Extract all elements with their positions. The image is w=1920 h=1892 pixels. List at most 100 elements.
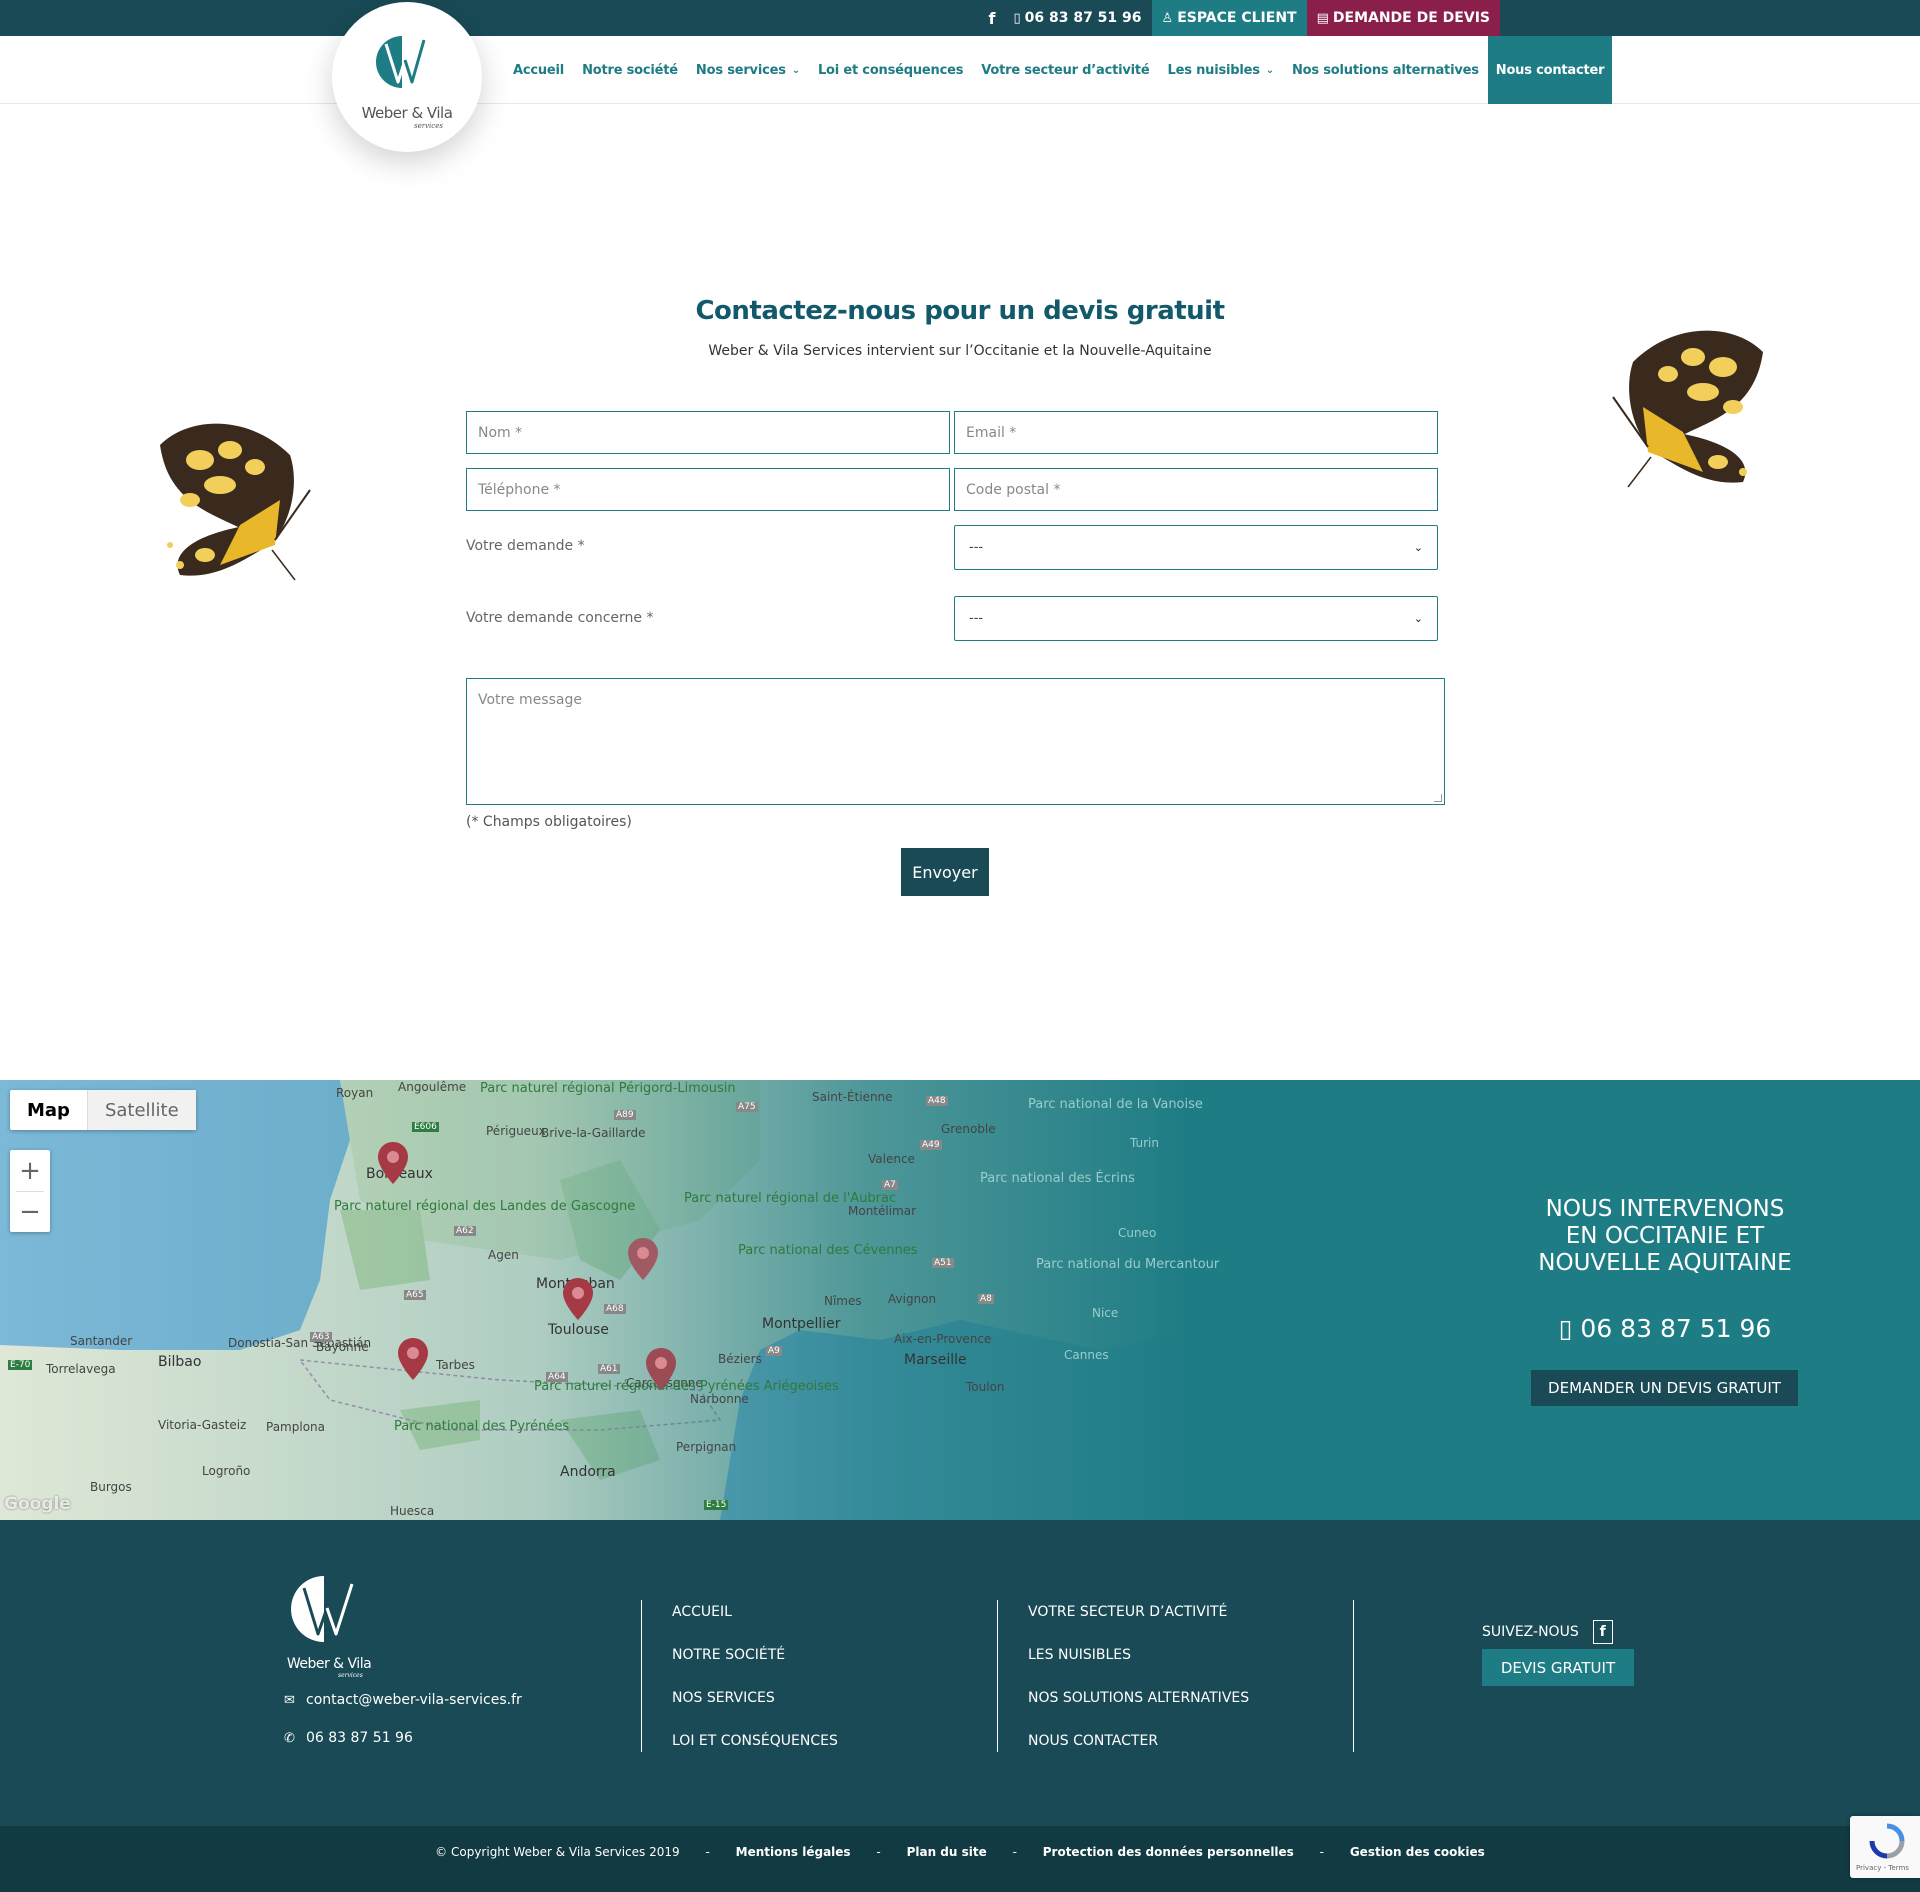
map-pin-icon[interactable] xyxy=(626,1236,660,1282)
footer-phone: 06 83 87 51 96 xyxy=(306,1730,413,1746)
map-type-map-button[interactable]: Map xyxy=(10,1090,88,1130)
map-label: Parc national des Pyrénées xyxy=(394,1419,570,1434)
nav-nous-contacter[interactable]: Nous contacter xyxy=(1487,36,1613,104)
map-label: Pamplona xyxy=(266,1420,325,1434)
map-pin-icon[interactable] xyxy=(376,1140,410,1186)
footer-link-nuisibles[interactable]: LES NUISIBLES xyxy=(1028,1647,1131,1663)
concerne-label: Votre demande concerne * xyxy=(466,610,654,626)
footer-logo-name: Weber & Vila xyxy=(286,1656,372,1672)
footer-devis-button[interactable]: DEVIS GRATUIT xyxy=(1482,1649,1634,1686)
telephone-field[interactable]: Téléphone * xyxy=(466,468,950,511)
map-type-satellite-button[interactable]: Satellite xyxy=(87,1090,196,1130)
nav-notre-societe[interactable]: Notre société xyxy=(573,36,687,104)
message-textarea[interactable]: Votre message xyxy=(466,678,1445,805)
nav-loi-consequences[interactable]: Loi et conséquences xyxy=(809,36,972,104)
map-label: Aix-en-Provence xyxy=(894,1332,992,1346)
map-label: Nîmes xyxy=(824,1294,862,1308)
footer-link-loi[interactable]: LOI ET CONSÉQUENCES xyxy=(672,1733,838,1749)
demande-select[interactable]: --- ⌄ xyxy=(954,525,1438,570)
zoom-in-button[interactable]: + xyxy=(10,1150,50,1191)
nav-label: Nous contacter xyxy=(1495,62,1605,78)
map-label: Parc naturel régional de l'Aubrac xyxy=(684,1192,896,1206)
map-label: Logroño xyxy=(202,1464,251,1478)
nav-label: Nos solutions alternatives xyxy=(1291,62,1479,78)
chevron-down-icon: ⌄ xyxy=(1265,64,1274,76)
map-label: Parc national des Cévennes xyxy=(738,1243,918,1258)
mobile-phone-icon: ▯ xyxy=(1013,10,1021,26)
road-shield: A65 xyxy=(404,1290,426,1300)
road-shield: E606 xyxy=(412,1122,439,1132)
plan-du-site-link[interactable]: Plan du site xyxy=(907,1845,987,1859)
footer-link-nos-services[interactable]: NOS SERVICES xyxy=(672,1690,775,1706)
footer-follow-label: SUIVEZ-NOUS xyxy=(1482,1624,1579,1640)
road-shield: A75 xyxy=(736,1102,758,1112)
nav-label: Loi et conséquences xyxy=(817,62,964,78)
demande-label: Votre demande * xyxy=(466,538,585,554)
send-button[interactable]: Envoyer xyxy=(901,848,989,896)
nav-solutions-alternatives[interactable]: Nos solutions alternatives xyxy=(1283,36,1488,104)
demander-devis-button[interactable]: DEMANDER UN DEVIS GRATUIT xyxy=(1531,1370,1798,1406)
map-label: Périgueux xyxy=(486,1124,546,1138)
logo-sub: services xyxy=(414,122,443,130)
road-shield: A64 xyxy=(546,1372,568,1382)
map-section: Angoulême Royan Parc naturel régional Pé… xyxy=(0,1080,1920,1520)
facebook-icon[interactable]: f xyxy=(1592,1620,1613,1644)
facebook-icon[interactable]: f xyxy=(980,0,1003,36)
footer-link-notre-societe[interactable]: NOTRE SOCIÉTÉ xyxy=(672,1647,785,1663)
map-label: Parc national de la Vanoise xyxy=(1028,1097,1203,1112)
map-label: Huesca xyxy=(390,1504,435,1518)
map-label: Parc national des Écrins xyxy=(980,1171,1135,1186)
espace-client-label: ESPACE CLIENT xyxy=(1177,10,1297,26)
butterfly-left-image xyxy=(160,423,311,581)
nav-label: Accueil xyxy=(513,62,565,78)
nav-nos-services[interactable]: Nos services ⌄ xyxy=(687,36,809,104)
map-pin-icon[interactable] xyxy=(561,1276,595,1322)
copyright: © Copyright Weber & Vila Services 2019 xyxy=(435,1845,680,1859)
footer-link-solutions[interactable]: NOS SOLUTIONS ALTERNATIVES xyxy=(1028,1690,1249,1706)
code-postal-placeholder: Code postal * xyxy=(966,481,1061,498)
footer-link-secteur[interactable]: VOTRE SECTEUR D’ACTIVITÉ xyxy=(1028,1604,1227,1620)
message-placeholder: Votre message xyxy=(478,692,582,708)
email-field[interactable]: Email * xyxy=(954,411,1438,454)
gestion-cookies-link[interactable]: Gestion des cookies xyxy=(1350,1845,1485,1859)
chevron-down-icon: ⌄ xyxy=(1413,612,1423,625)
concerne-select[interactable]: --- ⌄ xyxy=(954,596,1438,641)
map-label: Bayonne xyxy=(316,1340,369,1354)
nav-accueil[interactable]: Accueil xyxy=(504,36,573,104)
zoom-out-button[interactable]: − xyxy=(10,1191,50,1232)
map-label: Marseille xyxy=(904,1352,967,1368)
nom-field[interactable]: Nom * xyxy=(466,411,950,454)
envelope-icon: ✉ xyxy=(284,1692,295,1708)
logo[interactable]: Weber & Vila services xyxy=(332,2,482,152)
code-postal-field[interactable]: Code postal * xyxy=(954,468,1438,511)
map-pin-icon[interactable] xyxy=(644,1346,678,1392)
footer-link-contacter[interactable]: NOUS CONTACTER xyxy=(1028,1733,1158,1749)
separator: - xyxy=(1012,1845,1017,1859)
footer-link-accueil[interactable]: ACCUEIL xyxy=(672,1604,732,1620)
map-label: Andorra xyxy=(560,1464,616,1480)
espace-client-button[interactable]: ♙ ESPACE CLIENT xyxy=(1151,0,1307,36)
logo-mark-icon xyxy=(376,36,426,88)
footer-phone-link[interactable]: ✆ 06 83 87 51 96 xyxy=(284,1730,413,1746)
recaptcha-icon xyxy=(1869,1823,1905,1859)
map-label: Tarbes xyxy=(436,1358,475,1372)
recaptcha-badge[interactable]: Privacy - Terms xyxy=(1850,1816,1920,1878)
footer-email-link[interactable]: ✉ contact@weber-vila-services.fr xyxy=(284,1692,522,1708)
user-icon: ♙ xyxy=(1161,10,1174,26)
butterfly-right-image xyxy=(1612,330,1763,488)
telephone-placeholder: Téléphone * xyxy=(478,481,561,498)
nav-secteur-activite[interactable]: Votre secteur d’activité xyxy=(972,36,1158,104)
top-phone-link[interactable]: ▯ 06 83 87 51 96 xyxy=(1003,0,1151,36)
map-label: Parc naturel régional des Landes de Gasc… xyxy=(334,1200,635,1214)
map-pin-icon[interactable] xyxy=(396,1336,430,1382)
protection-donnees-link[interactable]: Protection des données personnelles xyxy=(1043,1845,1294,1859)
top-bar-links: f ▯ 06 83 87 51 96 ♙ ESPACE CLIENT ▤ DEM… xyxy=(980,0,1500,36)
email-placeholder: Email * xyxy=(966,424,1017,441)
mentions-legales-link[interactable]: Mentions légales xyxy=(736,1845,851,1859)
resize-handle-icon[interactable] xyxy=(1434,794,1442,802)
road-shield: A68 xyxy=(604,1304,626,1314)
region-phone-link[interactable]: ▯ 06 83 87 51 96 xyxy=(1520,1314,1810,1343)
demande-devis-button[interactable]: ▤ DEMANDE DE DEVIS xyxy=(1306,0,1500,36)
footer-logo[interactable]: Weber & Vila services xyxy=(284,1576,374,1680)
nav-les-nuisibles[interactable]: Les nuisibles ⌄ xyxy=(1159,36,1283,104)
